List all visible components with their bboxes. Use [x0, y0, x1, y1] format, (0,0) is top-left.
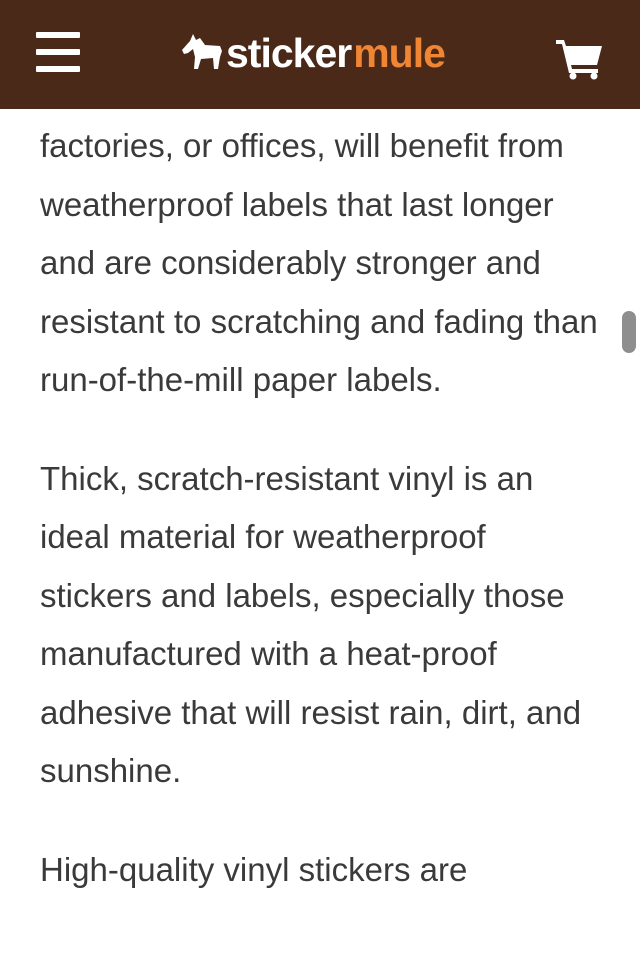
menu-bar	[36, 66, 80, 72]
logo-text-mule: mule	[353, 29, 446, 76]
article-paragraph: High-quality vinyl stickers are	[40, 850, 468, 888]
scrollbar-thumb[interactable]	[622, 311, 636, 353]
article-paragraph: Thick, scratch-resistant vinyl is an ide…	[40, 459, 582, 790]
menu-bar	[36, 49, 80, 55]
site-header: sticker mule	[0, 0, 640, 109]
sticker-mule-logo[interactable]: sticker mule	[180, 27, 446, 79]
menu-icon[interactable]	[36, 32, 82, 74]
logo-text-sticker: sticker	[226, 29, 352, 76]
cart-icon[interactable]	[556, 38, 604, 80]
menu-bar	[36, 32, 80, 38]
article-body: factories, or offices, will benefit from…	[40, 117, 600, 939]
mule-icon	[182, 34, 222, 69]
article-paragraph: factories, or offices, will benefit from…	[40, 127, 598, 398]
